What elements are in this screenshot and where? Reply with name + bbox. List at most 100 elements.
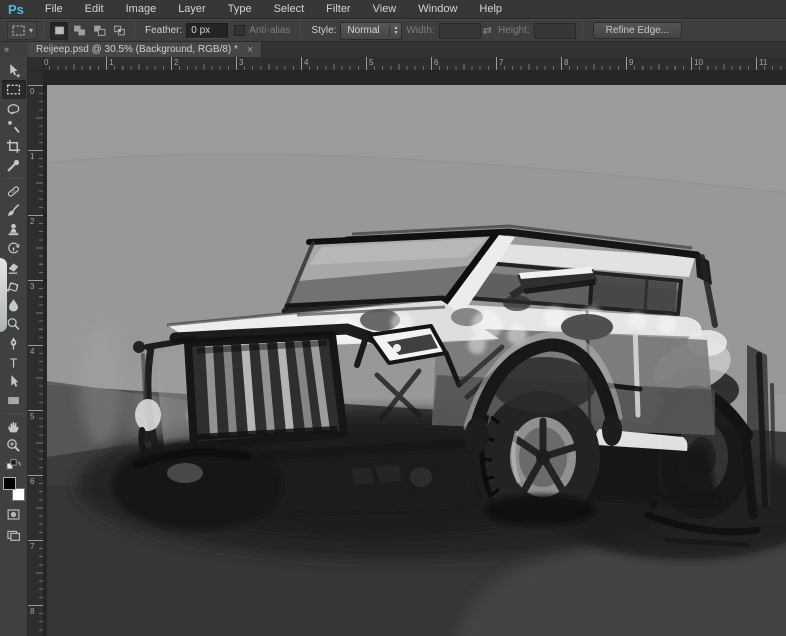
quick-mask-button[interactable] <box>2 505 26 524</box>
width-label: Width: <box>406 25 435 36</box>
swap-width-height-icon[interactable]: ⇄ <box>483 24 492 37</box>
chevron-down-icon: ▾ <box>29 26 34 35</box>
brush-tool[interactable] <box>2 201 26 220</box>
toolbar-collapse-button[interactable]: » <box>0 42 28 57</box>
width-input[interactable] <box>438 22 481 39</box>
quick-mask-icon <box>7 509 20 520</box>
rectangular-marquee-icon <box>6 84 21 95</box>
canvas-viewport[interactable] <box>44 71 786 636</box>
tool-preset-picker[interactable]: ▾ <box>7 21 38 40</box>
type-tool[interactable]: T <box>2 353 26 372</box>
crop-icon <box>6 139 20 153</box>
path-selection-tool[interactable] <box>2 372 26 391</box>
brush-icon <box>8 204 20 217</box>
subtract-from-selection-button[interactable] <box>90 22 108 40</box>
swap-colors-icon[interactable] <box>2 455 26 474</box>
menu-bar: Ps File Edit Image Layer Type Select Fil… <box>0 0 786 19</box>
spot-healing-brush-tool[interactable] <box>2 182 26 201</box>
hand-tool[interactable] <box>2 417 26 436</box>
anti-alias-label: Anti-alias <box>249 25 291 36</box>
new-selection-button[interactable] <box>50 21 69 40</box>
car-sketch-artwork <box>47 85 786 636</box>
eyedropper-tool[interactable] <box>2 156 26 175</box>
magic-wand-tool[interactable] <box>2 118 26 137</box>
lasso-icon <box>7 104 20 115</box>
move-tool[interactable] <box>2 61 26 80</box>
menu-view[interactable]: View <box>362 0 408 19</box>
rectangular-marquee-icon <box>12 25 25 36</box>
clone-stamp-tool[interactable] <box>2 220 26 239</box>
height-label: Height: <box>497 25 530 36</box>
eyedropper-icon <box>7 159 20 172</box>
stamp-icon <box>8 223 19 236</box>
menu-layer[interactable]: Layer <box>167 0 217 19</box>
vertical-ruler: 012345678 <box>28 71 44 636</box>
horizontal-ruler: 0 1 2 3 4 5 6 7 8 9 10 11 <box>44 57 786 71</box>
default-swap-colors-icon <box>6 459 21 470</box>
selection-mode-group <box>50 21 128 40</box>
rectangle-tool[interactable] <box>2 391 26 410</box>
divider <box>3 178 24 179</box>
path-selection-icon <box>11 375 19 387</box>
menu-help[interactable]: Help <box>468 0 513 19</box>
magnifier-icon <box>7 439 20 452</box>
pen-icon <box>10 337 17 350</box>
dodge-icon <box>7 318 20 330</box>
divider <box>43 22 45 39</box>
menu-type[interactable]: Type <box>217 0 263 19</box>
rectangular-marquee-tool[interactable] <box>1 80 26 99</box>
screen-mode-icon <box>7 530 20 541</box>
history-brush-tool[interactable] <box>2 239 26 258</box>
history-brush-icon <box>8 242 20 254</box>
pen-tool[interactable] <box>2 334 26 353</box>
photoshop-window: Ps File Edit Image Layer Type Select Fil… <box>0 0 786 636</box>
rectangle-shape-icon <box>8 397 19 405</box>
height-input[interactable] <box>533 22 576 39</box>
paint-bucket-icon <box>6 282 19 292</box>
dropdown-arrows-icon: ▲ ▼ <box>389 24 398 37</box>
feather-input[interactable] <box>186 22 229 39</box>
options-bar: ▾ Feather: Anti-alias Style: Normal <box>0 19 786 42</box>
divider <box>134 22 136 39</box>
photoshop-logo: Ps <box>8 1 24 17</box>
bandage-icon <box>7 186 20 197</box>
zoom-tool[interactable] <box>2 436 26 455</box>
divider <box>300 22 302 39</box>
style-label: Style: <box>311 25 337 36</box>
water-drop-icon <box>9 299 18 312</box>
document-canvas[interactable] <box>47 85 786 636</box>
style-select[interactable]: Normal ▲ ▼ <box>340 21 403 40</box>
color-swatches[interactable] <box>2 477 26 501</box>
panel-edge-sliver <box>0 258 7 332</box>
divider <box>3 413 24 414</box>
divider <box>581 22 583 39</box>
menu-filter[interactable]: Filter <box>315 0 361 19</box>
ruler-corner <box>28 57 44 71</box>
style-selected-value: Normal <box>347 25 380 36</box>
crop-tool[interactable] <box>2 137 26 156</box>
intersect-selection-button[interactable] <box>110 22 128 40</box>
menu-image[interactable]: Image <box>115 0 168 19</box>
refine-edge-button[interactable]: Refine Edge... <box>592 22 683 39</box>
svg-text:T: T <box>10 355 18 370</box>
menu-window[interactable]: Window <box>407 0 468 19</box>
add-to-selection-button[interactable] <box>70 22 88 40</box>
anti-alias-checkbox[interactable] <box>234 25 246 36</box>
document-tab[interactable]: Reijeep.psd @ 30.5% (Background, RGB/8) … <box>28 42 263 57</box>
move-icon <box>10 64 21 78</box>
document-tab-bar: » Reijeep.psd @ 30.5% (Background, RGB/8… <box>0 42 786 57</box>
lasso-tool[interactable] <box>2 99 26 118</box>
magic-wand-icon <box>7 120 20 133</box>
hand-icon <box>8 421 19 433</box>
eraser-icon <box>8 263 19 274</box>
tab-close-icon[interactable]: × <box>247 44 253 55</box>
feather-label: Feather: <box>145 25 183 36</box>
menu-select[interactable]: Select <box>263 0 316 19</box>
document-tab-title: Reijeep.psd @ 30.5% (Background, RGB/8) … <box>36 44 238 55</box>
menu-file[interactable]: File <box>34 0 74 19</box>
tool-palette: T <box>0 57 28 636</box>
foreground-color-swatch[interactable] <box>2 477 16 490</box>
type-icon: T <box>10 355 18 370</box>
menu-edit[interactable]: Edit <box>74 0 115 19</box>
screen-mode-button[interactable] <box>2 526 26 545</box>
